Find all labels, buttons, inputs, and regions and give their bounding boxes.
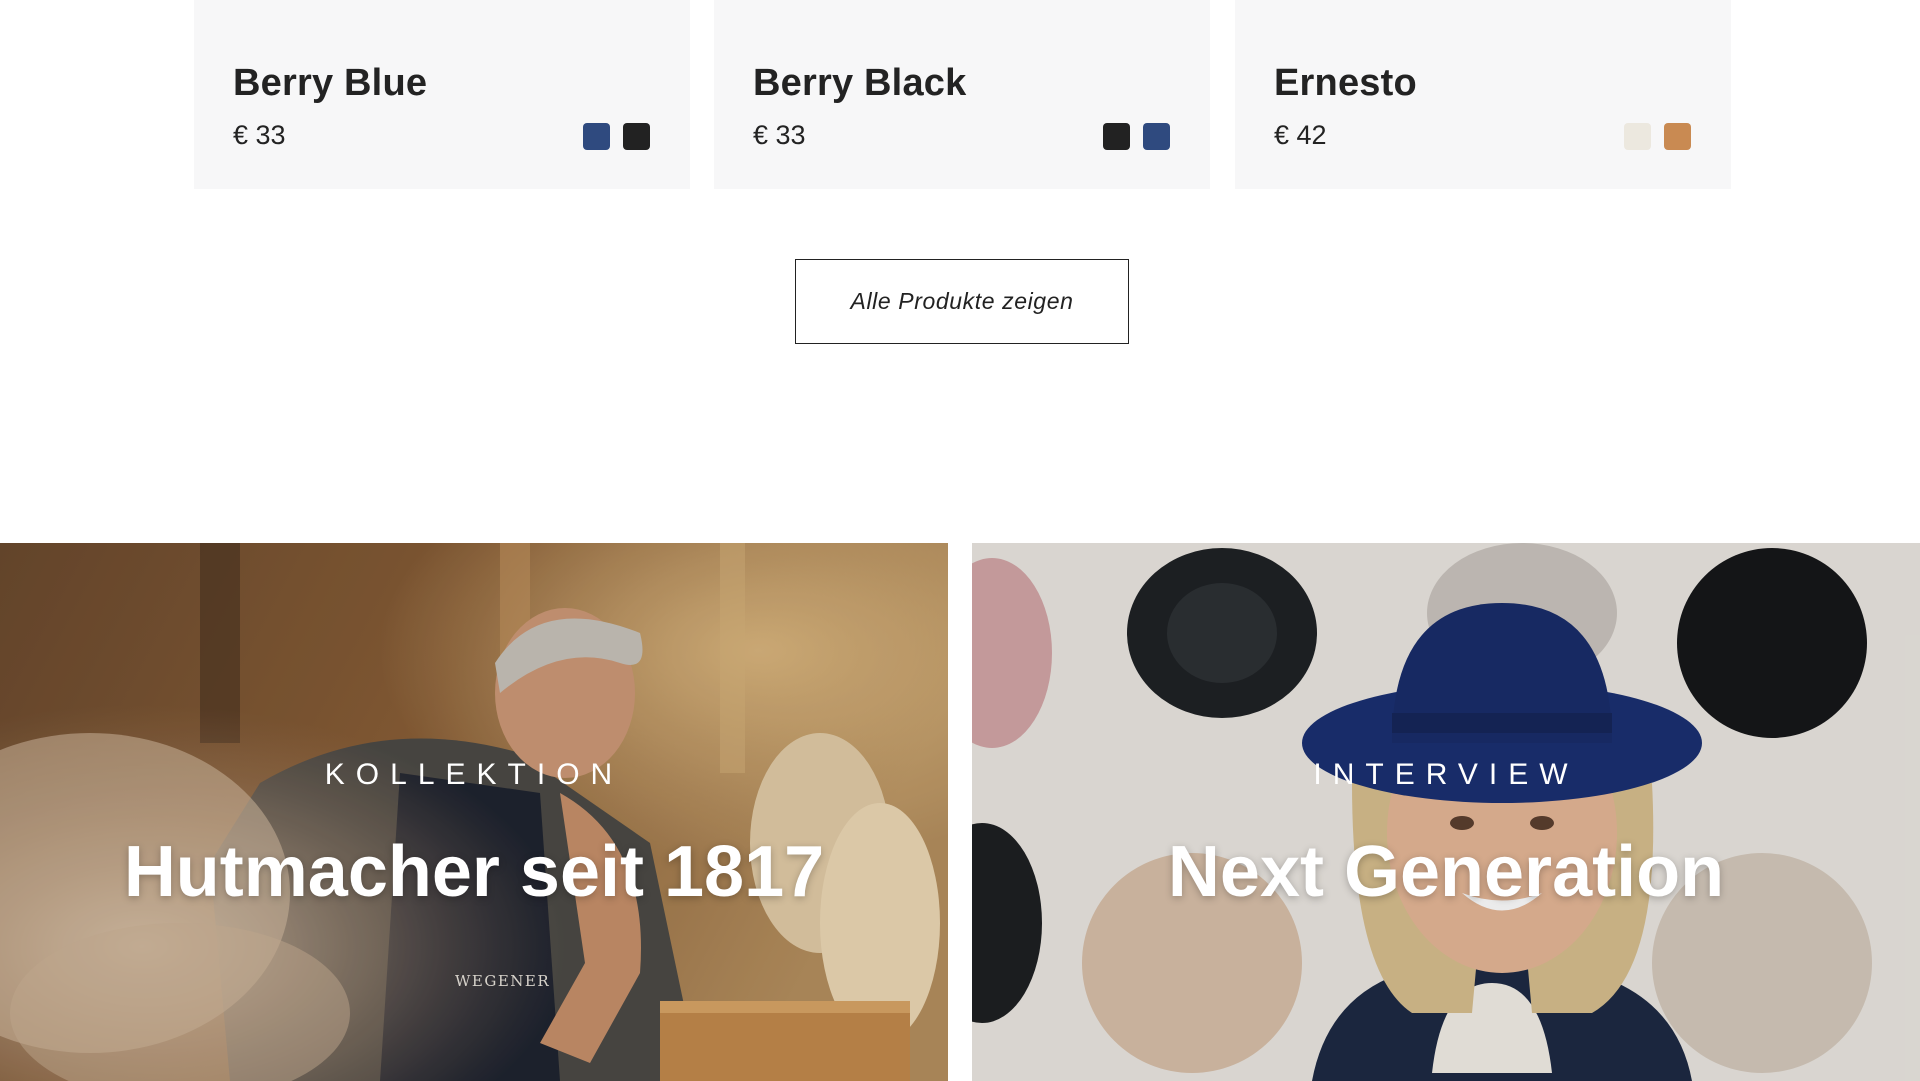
tile-headline[interactable]: Next Generation: [972, 831, 1920, 913]
product-name[interactable]: Berry Black: [753, 62, 966, 105]
tile-eyebrow: INTERVIEW: [1313, 758, 1579, 791]
tile-headline[interactable]: Hutmacher seit 1817: [0, 831, 948, 913]
tile-eyebrow: KOLLEKTION: [324, 758, 624, 791]
color-swatch[interactable]: [1664, 123, 1691, 150]
color-swatch[interactable]: [1103, 123, 1130, 150]
feature-tile-interview[interactable]: INTERVIEW Next Generation: [972, 543, 1920, 1081]
show-all-products-button[interactable]: Alle Produkte zeigen: [795, 259, 1129, 344]
color-swatches: [1103, 123, 1170, 150]
product-price: € 33: [753, 120, 806, 150]
product-price: € 33: [233, 120, 286, 150]
color-swatches: [583, 123, 650, 150]
color-swatch[interactable]: [1624, 123, 1651, 150]
product-grid: Berry Blue € 33 Berry Black € 33 Ernesto…: [194, 0, 1731, 189]
product-name[interactable]: Ernesto: [1274, 62, 1417, 105]
product-card-berry-black[interactable]: Berry Black € 33: [714, 0, 1210, 189]
feature-tile-collection[interactable]: WEGENER KOLLEKTION Hutmacher seit 1817: [0, 543, 948, 1081]
color-swatch[interactable]: [623, 123, 650, 150]
product-name[interactable]: Berry Blue: [233, 62, 427, 105]
color-swatch[interactable]: [1143, 123, 1170, 150]
product-card-berry-blue[interactable]: Berry Blue € 33: [194, 0, 690, 189]
product-price: € 42: [1274, 120, 1327, 150]
product-card-ernesto[interactable]: Ernesto € 42: [1235, 0, 1731, 189]
color-swatches: [1624, 123, 1691, 150]
color-swatch[interactable]: [583, 123, 610, 150]
